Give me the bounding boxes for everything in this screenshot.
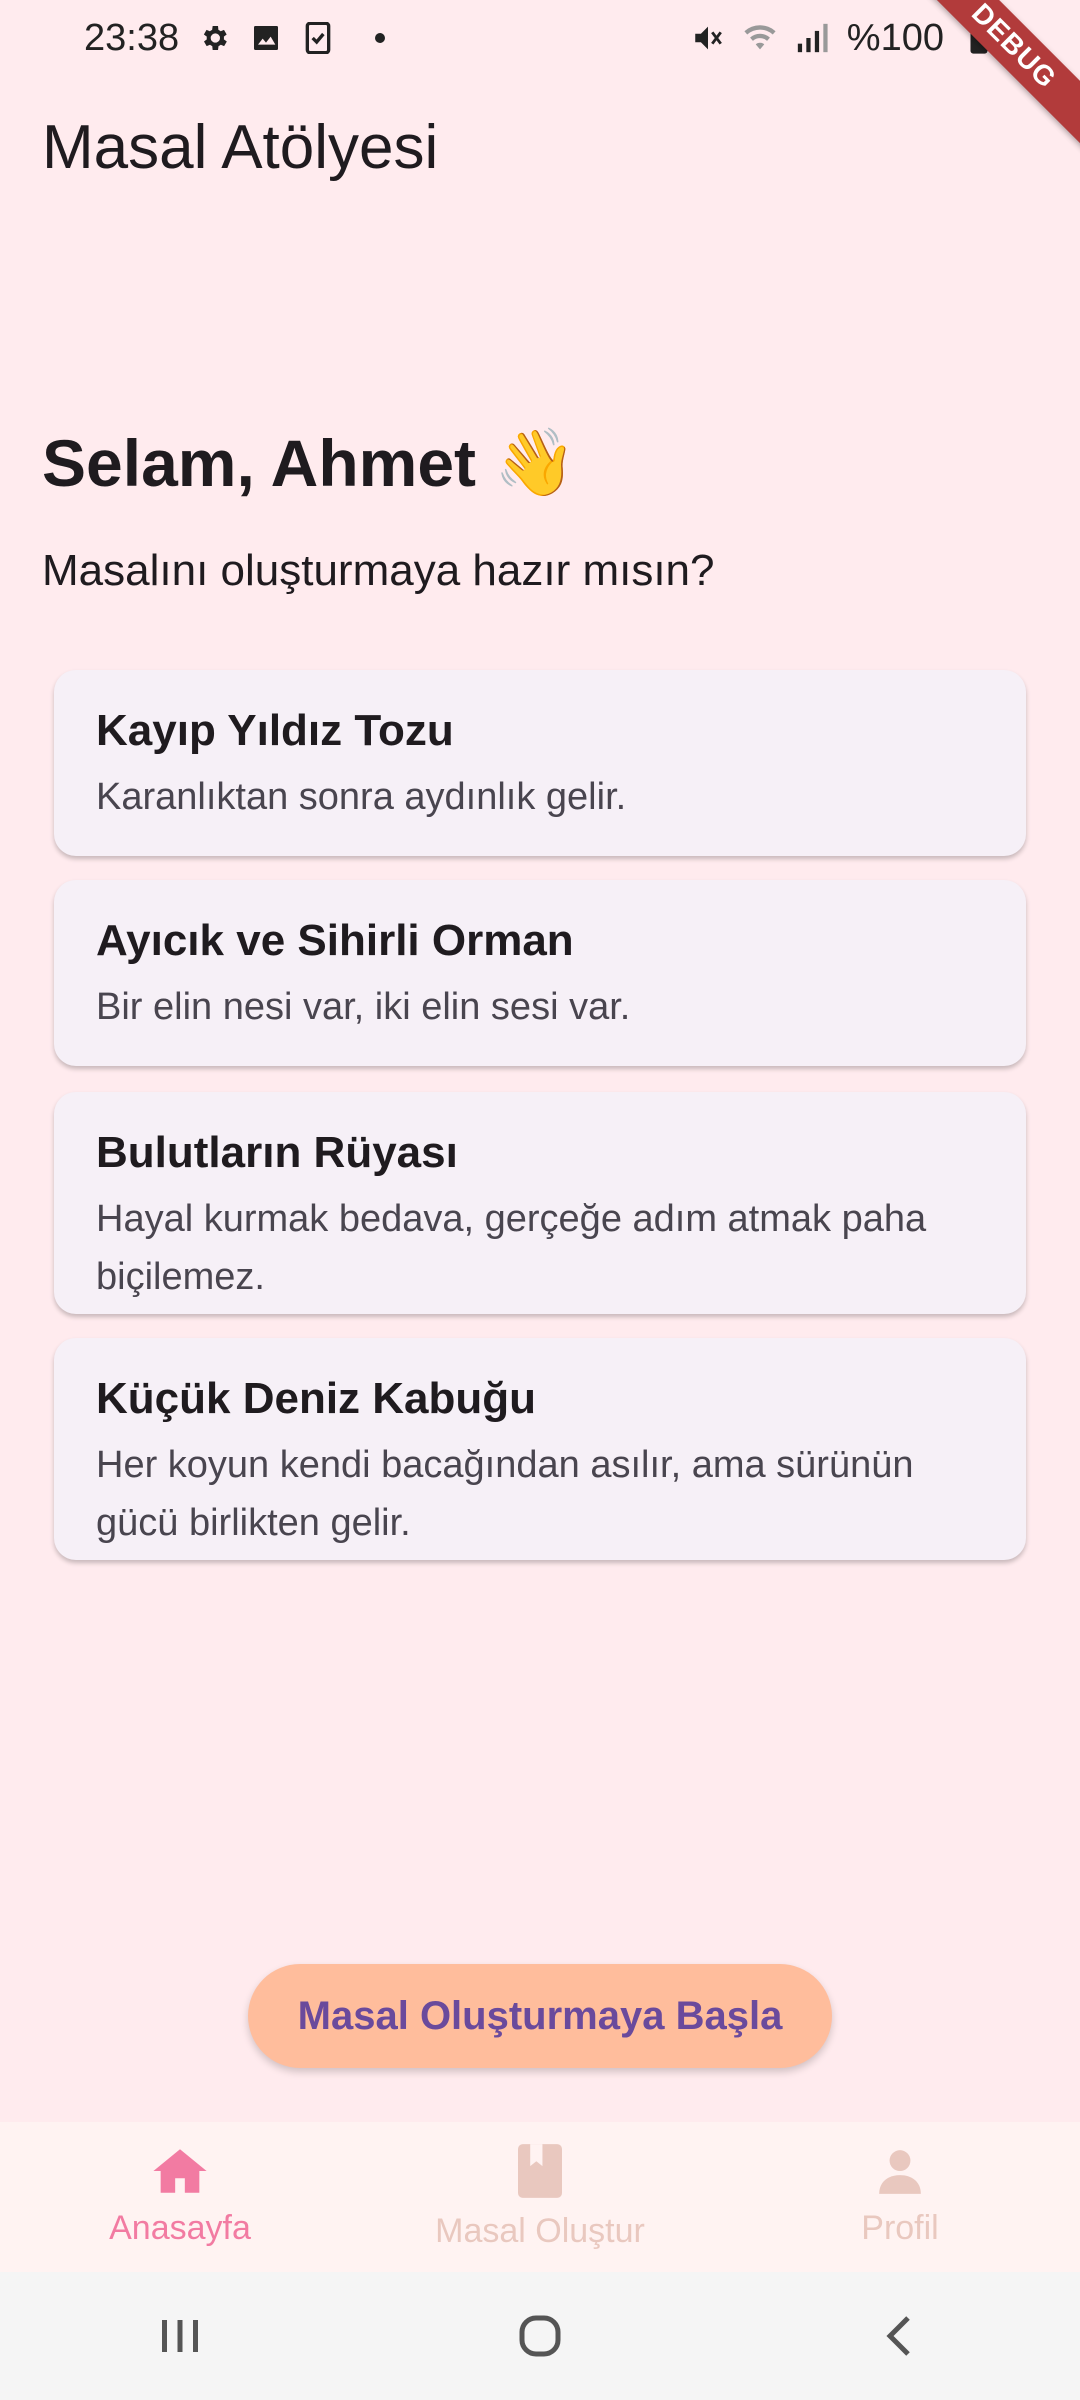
nav-label: Profil — [861, 2209, 939, 2247]
gear-icon — [197, 21, 231, 55]
story-card[interactable]: Kayıp Yıldız Tozu Karanlıktan sonra aydı… — [54, 670, 1026, 856]
status-right: %100 — [691, 17, 996, 60]
story-title: Kayıp Yıldız Tozu — [96, 706, 454, 755]
recent-apps-icon[interactable] — [140, 2296, 220, 2376]
greeting-text: Selam, Ahmet — [42, 426, 477, 500]
home-circle-icon[interactable] — [500, 2296, 580, 2376]
app-title: Masal Atölyesi — [42, 113, 439, 182]
story-title: Bulutların Rüyası — [96, 1128, 458, 1177]
nav-item-profile[interactable]: Profil — [720, 2122, 1080, 2272]
battery-text: %100 — [846, 16, 944, 59]
home-icon — [151, 2146, 209, 2205]
greeting-subtitle: Masalını oluşturmaya hazır mısın? — [42, 546, 715, 595]
nav-label: Anasayfa — [109, 2209, 251, 2247]
story-body: Bir elin nesi var, iki elin sesi var. — [96, 986, 631, 1028]
back-icon[interactable] — [860, 2296, 940, 2376]
start-story-button[interactable]: Masal Oluşturmaya Başla — [248, 1964, 832, 2068]
clipboard-check-icon — [301, 21, 335, 55]
bottom-nav: Anasayfa Masal Oluştur Profil — [0, 2122, 1080, 2272]
story-body: Hayal kurmak bedava, gerçeğe adım atmak … — [96, 1198, 927, 1298]
nav-label: Masal Oluştur — [435, 2212, 645, 2250]
story-body: Karanlıktan sonra aydınlık gelir. — [96, 776, 627, 818]
book-icon — [518, 2143, 562, 2208]
wifi-icon — [743, 21, 777, 55]
signal-icon — [795, 21, 829, 55]
story-card[interactable]: Bulutların Rüyası Hayal kurmak bedava, g… — [54, 1092, 1026, 1314]
greeting: Selam, Ahmet 👋 — [42, 424, 576, 502]
story-card[interactable]: Küçük Deniz Kabuğu Her koyun kendi bacağ… — [54, 1338, 1026, 1560]
image-icon — [249, 21, 283, 55]
notification-dot-icon — [375, 33, 386, 43]
status-bar: 23:38 %100 — [0, 0, 1080, 76]
person-icon — [875, 2146, 925, 2205]
waving-hand-icon: 👋 — [494, 425, 577, 499]
story-title: Küçük Deniz Kabuğu — [96, 1374, 537, 1423]
system-nav-bar — [0, 2272, 1080, 2400]
story-body: Her koyun kendi bacağından asılır, ama s… — [96, 1444, 914, 1544]
screen: 23:38 %100 DEBUG Masal Atölyesi Selam, A… — [0, 0, 1080, 2400]
mute-icon — [691, 21, 725, 55]
story-card[interactable]: Ayıcık ve Sihirli Orman Bir elin nesi va… — [54, 880, 1026, 1066]
nav-item-home[interactable]: Anasayfa — [0, 2122, 360, 2272]
status-left: 23:38 — [84, 16, 386, 60]
nav-item-create-story[interactable]: Masal Oluştur — [360, 2122, 720, 2272]
status-time: 23:38 — [84, 16, 180, 59]
story-title: Ayıcık ve Sihirli Orman — [96, 916, 574, 965]
